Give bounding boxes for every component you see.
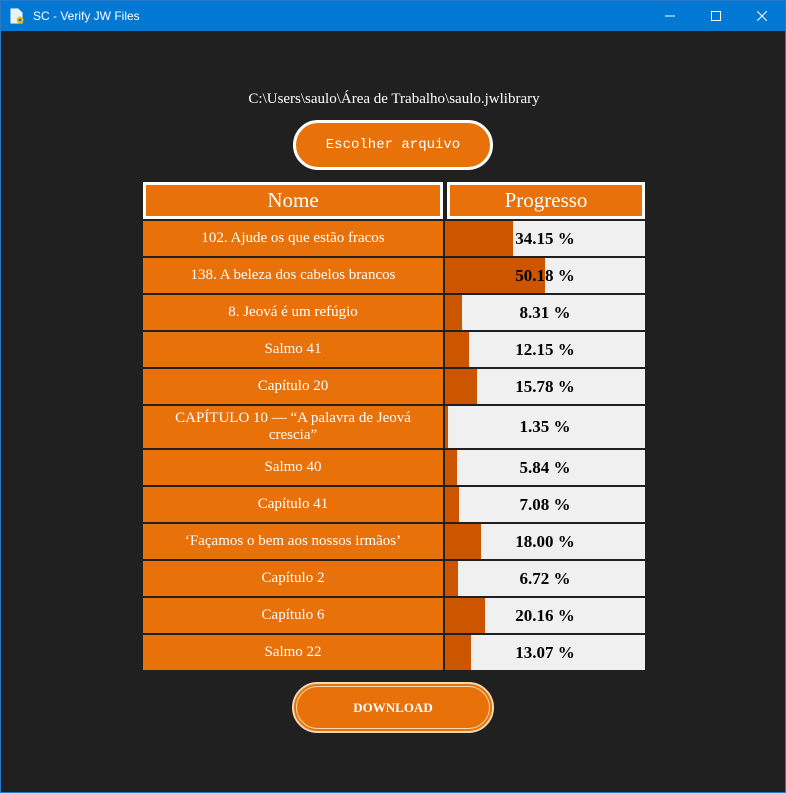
title-bar[interactable]: SC - Verify JW Files — [1, 1, 785, 31]
row-progress-cell: 34.15 % — [445, 221, 645, 256]
choose-file-button[interactable]: Escolher arquivo — [293, 120, 493, 170]
row-progress-cell: 50.18 % — [445, 258, 645, 293]
row-name-cell: 138. A beleza dos cabelos brancos — [143, 258, 443, 293]
table-body: 102. Ajude os que estão fracos 34.15 % 138… — [143, 221, 645, 670]
table-row: Capítulo 41 7.08 % — [143, 487, 645, 522]
progress-bar-fill — [445, 406, 448, 448]
progress-percent: 13.07 % — [515, 642, 575, 662]
close-icon — [757, 11, 767, 21]
close-button[interactable] — [739, 1, 785, 31]
column-header-progress: Progresso — [447, 182, 645, 219]
progress-percent: 34.15 % — [515, 228, 575, 248]
table-row: Capítulo 20 15.78 % — [143, 369, 645, 404]
progress-percent: 12.15 % — [515, 339, 575, 359]
progress-bar-fill — [445, 369, 477, 404]
progress-percent: 1.35 % — [519, 417, 571, 436]
row-progress-cell: 1.35 % — [445, 406, 645, 448]
download-button-inner-border — [296, 686, 490, 729]
progress-percent: 6.72 % — [519, 568, 571, 588]
minimize-icon — [665, 15, 675, 17]
row-progress-cell: 12.15 % — [445, 332, 645, 367]
table-row: ‘Façamos o bem aos nossos irmãos’ 18.00 % — [143, 524, 645, 559]
row-name-cell: Salmo 40 — [143, 450, 443, 485]
row-progress-cell: 18.00 % — [445, 524, 645, 559]
row-progress-cell: 7.08 % — [445, 487, 645, 522]
row-name-cell: Salmo 22 — [143, 635, 443, 670]
row-name-cell: 8. Jeová é um refúgio — [143, 295, 443, 330]
progress-bar-fill — [445, 221, 514, 256]
row-progress-cell: 13.07 % — [445, 635, 645, 670]
progress-percent: 15.78 % — [515, 376, 575, 396]
progress-bar-fill — [445, 561, 459, 596]
row-progress-cell: 15.78 % — [445, 369, 645, 404]
row-progress-cell: 20.16 % — [445, 598, 645, 633]
progress-percent: 20.16 % — [515, 605, 575, 625]
progress-bar-fill — [445, 635, 472, 670]
table-row: Salmo 41 12.15 % — [143, 332, 645, 367]
document-gear-icon — [10, 8, 24, 24]
app-window: SC - Verify JW Files C:\Users\saulo\Área… — [0, 0, 786, 793]
progress-bar-fill — [445, 450, 457, 485]
row-name-cell: Capítulo 2 — [143, 561, 443, 596]
table-header: Nome Progresso — [143, 182, 645, 219]
table-row: Salmo 40 5.84 % — [143, 450, 645, 485]
file-path-label: C:\Users\saulo\Área de Trabalho\saulo.jw… — [248, 91, 540, 107]
progress-bar-fill — [445, 332, 470, 367]
table-row: CAPÍTULO 10 — “A palavra de Jeová cresci… — [143, 406, 645, 448]
row-name-cell: Salmo 41 — [143, 332, 443, 367]
progress-percent: 50.18 % — [515, 265, 575, 285]
row-name-cell: Capítulo 20 — [143, 369, 443, 404]
table-row: 102. Ajude os que estão fracos 34.15 % — [143, 221, 645, 256]
progress-bar-fill — [445, 524, 481, 559]
column-header-name: Nome — [143, 182, 443, 219]
row-name-cell: Capítulo 6 — [143, 598, 443, 633]
table-row: Salmo 22 13.07 % — [143, 635, 645, 670]
minimize-button[interactable] — [647, 1, 693, 31]
progress-percent: 7.08 % — [519, 494, 571, 514]
progress-bar-fill — [445, 295, 462, 330]
table-row: Capítulo 6 20.16 % — [143, 598, 645, 633]
row-name-cell: CAPÍTULO 10 — “A palavra de Jeová cresci… — [143, 406, 443, 448]
row-name-cell: 102. Ajude os que estão fracos — [143, 221, 443, 256]
window-title: SC - Verify JW Files — [33, 9, 140, 23]
row-name-cell: Capítulo 41 — [143, 487, 443, 522]
maximize-button[interactable] — [693, 1, 739, 31]
table-row: 8. Jeová é um refúgio 8.31 % — [143, 295, 645, 330]
maximize-icon — [711, 11, 721, 21]
table-row: 138. A beleza dos cabelos brancos 50.18 % — [143, 258, 645, 293]
row-name-cell: ‘Façamos o bem aos nossos irmãos’ — [143, 524, 443, 559]
progress-bar-fill — [445, 598, 486, 633]
table-row: Capítulo 2 6.72 % — [143, 561, 645, 596]
row-progress-cell: 5.84 % — [445, 450, 645, 485]
progress-table: Nome Progresso 102. Ajude os que estão f… — [143, 182, 645, 670]
progress-bar-fill — [445, 487, 460, 522]
download-button[interactable]: DOWNLOAD — [292, 682, 494, 733]
row-progress-cell: 6.72 % — [445, 561, 645, 596]
progress-percent: 8.31 % — [519, 302, 571, 322]
progress-percent: 18.00 % — [515, 531, 575, 551]
progress-percent: 5.84 % — [519, 457, 571, 477]
row-progress-cell: 8.31 % — [445, 295, 645, 330]
